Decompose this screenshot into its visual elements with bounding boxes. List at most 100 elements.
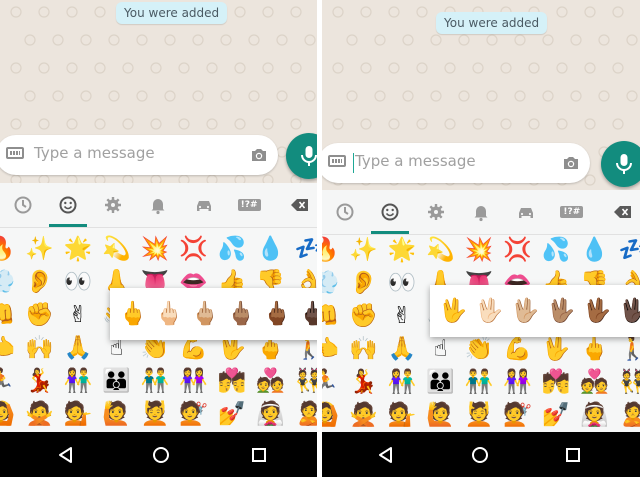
emoji-key[interactable]: 🙋	[102, 399, 132, 429]
emoji-key[interactable]: 💨	[0, 267, 16, 297]
tab-symbols[interactable]: !?#	[549, 190, 594, 234]
emoji-key[interactable]: 🙅	[25, 399, 55, 429]
skin-tone-variant[interactable]: 🖕🏼	[190, 299, 220, 329]
emoji-key[interactable]: 💫	[426, 235, 456, 265]
emoji-key[interactable]: 🙎	[294, 399, 317, 429]
emoji-key[interactable]: ☝	[426, 334, 456, 364]
tab-notifications[interactable]	[458, 190, 503, 234]
emoji-key[interactable]: 💇	[503, 400, 533, 430]
nav-back-button[interactable]	[372, 442, 398, 468]
emoji-key[interactable]: 🙌	[349, 334, 379, 364]
emoji-key[interactable]: 🖕	[580, 334, 610, 364]
emoji-key[interactable]: 🚶	[618, 334, 640, 364]
emoji-key[interactable]: 🏃	[322, 367, 340, 397]
emoji-key[interactable]: 👪	[426, 367, 456, 397]
emoji-key[interactable]: 💏	[217, 366, 247, 396]
skin-tone-variant[interactable]: 🖖	[438, 296, 468, 326]
tab-travel[interactable]	[181, 183, 226, 227]
skin-tone-variant[interactable]: 🖖🏿	[618, 296, 640, 326]
nav-recents-button[interactable]	[246, 442, 272, 468]
camera-icon[interactable]	[562, 155, 580, 171]
tab-recent[interactable]	[0, 183, 45, 227]
skin-tone-variant[interactable]: 🖖🏽	[546, 296, 576, 326]
tab-notifications[interactable]	[136, 183, 181, 227]
nav-home-button[interactable]	[148, 442, 174, 468]
emoji-key[interactable]: 🌟	[387, 235, 417, 265]
nav-home-button[interactable]	[467, 442, 493, 468]
emoji-key[interactable]: 💥	[464, 235, 494, 265]
emoji-key[interactable]: 👯	[294, 366, 317, 396]
emoji-key[interactable]: 🙆	[322, 400, 340, 430]
emoji-key[interactable]: 👭	[179, 366, 209, 396]
tab-smileys[interactable]	[45, 183, 90, 227]
message-input[interactable]: Type a message	[34, 144, 155, 162]
emoji-key[interactable]: 🙎	[618, 400, 640, 430]
emoji-key[interactable]: 👈	[0, 333, 16, 363]
mic-button[interactable]	[601, 141, 640, 187]
emoji-key[interactable]: 💑	[580, 367, 610, 397]
emoji-key[interactable]: 💤	[294, 234, 317, 264]
emoji-key[interactable]: 👀	[387, 268, 417, 298]
emoji-key[interactable]: 🙏	[387, 334, 417, 364]
emoji-key[interactable]: 🙌	[25, 333, 55, 363]
emoji-key[interactable]: 🖖	[541, 334, 571, 364]
keyboard-icon[interactable]	[6, 147, 24, 159]
emoji-key[interactable]: ✊	[25, 300, 55, 330]
emoji-key[interactable]: 💆	[140, 399, 170, 429]
emoji-key[interactable]: 💇	[179, 399, 209, 429]
tab-objects[interactable]	[91, 183, 136, 227]
skin-tone-variant[interactable]: 🖖🏼	[510, 296, 540, 326]
emoji-key[interactable]: 💅	[541, 400, 571, 430]
emoji-key[interactable]: 🔥	[322, 235, 340, 265]
skin-tone-variant[interactable]: 🖕🏾	[262, 299, 292, 329]
skin-tone-variant[interactable]: 🖕🏿	[298, 299, 317, 329]
emoji-key[interactable]: 💁	[387, 400, 417, 430]
tab-backspace[interactable]	[278, 183, 317, 227]
emoji-key[interactable]: 💢	[179, 234, 209, 264]
emoji-key[interactable]: ✨	[349, 235, 379, 265]
emoji-key[interactable]: 🔥	[0, 234, 16, 264]
emoji-key[interactable]: 🙅	[349, 400, 379, 430]
tab-objects[interactable]	[413, 190, 458, 234]
emoji-key[interactable]: 💧	[580, 235, 610, 265]
emoji-key[interactable]: 💃	[25, 366, 55, 396]
nav-recents-button[interactable]	[560, 442, 586, 468]
emoji-key[interactable]: 👈	[322, 334, 340, 364]
emoji-key[interactable]: 👭	[503, 367, 533, 397]
emoji-key[interactable]: 👊	[322, 301, 340, 331]
emoji-key[interactable]: 💤	[618, 235, 640, 265]
emoji-key[interactable]: 💦	[541, 235, 571, 265]
nav-back-button[interactable]	[52, 442, 78, 468]
emoji-key[interactable]: 💥	[140, 234, 170, 264]
emoji-key[interactable]: 👂	[349, 268, 379, 298]
skin-tone-variant[interactable]: 🖖🏾	[582, 296, 612, 326]
emoji-key[interactable]: 👰	[580, 400, 610, 430]
emoji-key[interactable]: 💑	[256, 366, 286, 396]
emoji-key[interactable]: 👪	[102, 366, 132, 396]
emoji-key[interactable]: ✊	[349, 301, 379, 331]
emoji-key[interactable]: 🙋	[426, 400, 456, 430]
emoji-key[interactable]: 💏	[541, 367, 571, 397]
emoji-key[interactable]: 🙏	[63, 333, 93, 363]
emoji-key[interactable]: 💅	[217, 399, 247, 429]
skin-tone-variant[interactable]: 🖕🏻	[154, 299, 184, 329]
emoji-key[interactable]: 👂	[25, 267, 55, 297]
emoji-key[interactable]: ✨	[25, 234, 55, 264]
emoji-key[interactable]: 👬	[464, 367, 494, 397]
emoji-key[interactable]: 👀	[63, 267, 93, 297]
emoji-key[interactable]: 👯	[618, 367, 640, 397]
emoji-key[interactable]: 👬	[140, 366, 170, 396]
emoji-key[interactable]: 🌟	[63, 234, 93, 264]
emoji-key[interactable]: 💨	[322, 268, 340, 298]
emoji-key[interactable]: 💧	[256, 234, 286, 264]
emoji-key[interactable]: 🏃	[0, 366, 16, 396]
message-input[interactable]: Type a message	[355, 152, 476, 170]
skin-tone-variant[interactable]: 🖖🏻	[474, 296, 504, 326]
emoji-key[interactable]: 👰	[256, 399, 286, 429]
emoji-key[interactable]: 💁	[63, 399, 93, 429]
emoji-key[interactable]: 💪	[503, 334, 533, 364]
message-input-bar[interactable]: Type a message	[322, 143, 590, 183]
emoji-key[interactable]: 👫	[63, 366, 93, 396]
skin-tone-variant[interactable]: 🖕	[118, 299, 148, 329]
emoji-key[interactable]: 💃	[349, 367, 379, 397]
